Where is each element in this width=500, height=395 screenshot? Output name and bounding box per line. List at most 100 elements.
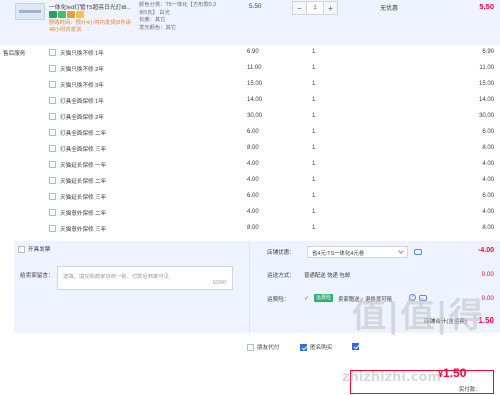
service-total: 14.00 bbox=[478, 97, 494, 103]
watermark-url: zhizhizhi.com bbox=[342, 370, 441, 385]
pay-amount-value: 1.50 bbox=[443, 366, 467, 380]
service-price: 4.00 bbox=[247, 161, 259, 167]
service-qty: 1 bbox=[312, 193, 316, 199]
service-qty: 1 bbox=[312, 65, 316, 71]
anonymous-label: 匿名购买 bbox=[310, 345, 333, 351]
service-checkbox[interactable] bbox=[49, 177, 56, 184]
service-checkbox[interactable] bbox=[49, 145, 56, 152]
service-total: 6.90 bbox=[482, 49, 494, 55]
service-price: 15.00 bbox=[247, 81, 263, 87]
service-total: 4.00 bbox=[482, 161, 494, 167]
friend-pay-label: 朋友代付 bbox=[257, 345, 280, 351]
quantity-stepper: − 1 + bbox=[292, 1, 338, 15]
invoice-label: 开具发票 bbox=[28, 247, 51, 253]
product-badges bbox=[49, 11, 84, 18]
service-checkbox[interactable] bbox=[49, 129, 56, 136]
service-checkbox[interactable] bbox=[49, 97, 56, 104]
sku-line: 长度：其它 bbox=[139, 17, 166, 23]
anonymous-option[interactable]: 匿名购买 bbox=[300, 343, 332, 351]
chevron-down-icon bbox=[398, 248, 404, 254]
checkout-bar: 朋友代付 匿名购买 实付款： ¥1.50 bbox=[0, 333, 500, 395]
service-name: 天猫意外保修 二年 bbox=[60, 211, 107, 217]
item-sum: 5.50 bbox=[479, 2, 494, 11]
service-checkbox[interactable] bbox=[49, 65, 56, 72]
service-qty: 1 bbox=[312, 113, 316, 119]
message-textarea[interactable]: 选填，填充和商家协商一致，付款后商家可见 0/200 bbox=[57, 266, 233, 290]
coupon-badge-icon bbox=[67, 11, 75, 18]
increase-button[interactable]: + bbox=[324, 2, 337, 14]
service-total: 30.00 bbox=[478, 113, 494, 119]
service-checkbox[interactable] bbox=[49, 225, 56, 232]
sku-info: 颜色分类：T5一体化【方形款0.3 米5瓦】 白光 长度：其它 发光颜色：其它 bbox=[139, 2, 239, 32]
service-section: 售后服务 天猫只换不修 1年 6.90 1 6.90 天猫只换不修 2年 11.… bbox=[0, 45, 500, 241]
product-thumbnail[interactable] bbox=[15, 3, 45, 20]
service-qty: 1 bbox=[312, 209, 316, 215]
insurance-label: 运费险： bbox=[267, 297, 290, 303]
service-row: 天猫意外保修 二年 4.00 1 4.00 bbox=[0, 206, 500, 222]
service-checkbox[interactable] bbox=[49, 113, 56, 120]
product-row: 一体化led灯管T5超亮日光灯t8... 限购时间：预计4小时内发货(8件请48… bbox=[0, 0, 500, 45]
service-total: 4.00 bbox=[482, 177, 494, 183]
service-checkbox[interactable] bbox=[49, 49, 56, 56]
product-title[interactable]: 一体化led灯管T5超亮日光灯t8... bbox=[49, 2, 133, 11]
extra-option[interactable] bbox=[352, 343, 359, 350]
service-price: 4.00 bbox=[247, 209, 259, 215]
service-checkbox[interactable] bbox=[49, 161, 56, 168]
service-checkbox[interactable] bbox=[49, 209, 56, 216]
service-price: 30.00 bbox=[247, 113, 263, 119]
service-row: 天猫意外保修 三年 8.00 1 8.00 bbox=[0, 222, 500, 238]
quantity-input[interactable]: 1 bbox=[306, 2, 324, 14]
service-name: 天猫延长保修 二年 bbox=[60, 179, 107, 185]
sku-line: 米5瓦】 白光 bbox=[139, 9, 170, 16]
coupon-select[interactable]: 省4元:TS一体化4元卷 bbox=[307, 246, 408, 258]
service-price: 6.00 bbox=[247, 193, 259, 199]
divider bbox=[249, 241, 250, 333]
anonymous-checkbox[interactable] bbox=[300, 343, 307, 351]
coupon-selected-value: 省4元:TS一体化4元卷 bbox=[312, 251, 365, 257]
service-total: 4.00 bbox=[482, 209, 494, 215]
checkmark-icon: ✓ bbox=[304, 296, 310, 302]
guarantee-badge-icon bbox=[58, 11, 66, 18]
friend-pay-option[interactable]: 朋友代付 bbox=[247, 343, 279, 351]
service-price: 8.00 bbox=[247, 225, 259, 231]
service-row: 天猫延长保修 二年 4.00 1 4.00 bbox=[0, 174, 500, 190]
tmall-badge-icon bbox=[49, 11, 57, 18]
service-qty: 1 bbox=[312, 81, 316, 87]
service-name: 灯具全面保修 二年 bbox=[60, 131, 107, 137]
pay-amount: ¥1.50 bbox=[438, 366, 466, 380]
service-name: 灯具全面保修 2年 bbox=[60, 115, 104, 121]
friend-pay-checkbox[interactable] bbox=[247, 343, 254, 351]
service-name: 灯具全面保修 1年 bbox=[60, 99, 104, 105]
service-qty: 1 bbox=[312, 49, 316, 55]
service-row: 灯具全面保修 二年 6.00 1 6.00 bbox=[0, 126, 500, 142]
service-name: 天猫延长保修 三年 bbox=[60, 195, 107, 201]
coupon-amount: -4.00 bbox=[478, 247, 494, 254]
decrease-button[interactable]: − bbox=[293, 2, 306, 14]
service-qty: 1 bbox=[312, 97, 316, 103]
service-price: 14.00 bbox=[247, 97, 263, 103]
chat-icon[interactable] bbox=[414, 249, 422, 255]
service-name: 天猫只换不修 2年 bbox=[60, 67, 104, 73]
unit-price: 5.50 bbox=[249, 3, 262, 10]
service-qty: 1 bbox=[312, 129, 316, 135]
service-price: 4.00 bbox=[247, 177, 259, 183]
sku-line: 颜色分类：T5一体化【方形款0.3 bbox=[139, 2, 217, 8]
service-price: 8.00 bbox=[247, 145, 259, 151]
service-total: 6.00 bbox=[482, 129, 494, 135]
service-price: 11.00 bbox=[247, 65, 262, 71]
service-checkbox[interactable] bbox=[49, 193, 56, 200]
service-row: 天猫只换不修 3年 15.00 1 15.00 bbox=[0, 78, 500, 94]
service-row: 天猫延长保修 三年 6.00 1 6.00 bbox=[0, 190, 500, 206]
message-placeholder: 选填，填充和商家协商一致，付款后商家可见 bbox=[63, 274, 169, 280]
service-row: 灯具全面保修 三年 8.00 1 8.00 bbox=[0, 142, 500, 158]
service-checkbox[interactable] bbox=[49, 81, 56, 88]
invoice-checkbox[interactable] bbox=[18, 245, 25, 253]
pay-label: 实付款： bbox=[459, 387, 481, 393]
extra-checkbox[interactable] bbox=[352, 343, 359, 350]
shipping-method[interactable]: 普通配送 快递 包邮 bbox=[304, 271, 350, 279]
service-row: 灯具全面保修 1年 14.00 1 14.00 bbox=[0, 94, 500, 110]
service-total: 15.00 bbox=[478, 81, 494, 87]
service-row: 天猫延长保修 一年 4.00 1 4.00 bbox=[0, 158, 500, 174]
shipping-amount: 0.00 bbox=[481, 271, 494, 278]
service-row: 天猫只换不修 1年 6.90 1 6.90 bbox=[0, 46, 500, 62]
